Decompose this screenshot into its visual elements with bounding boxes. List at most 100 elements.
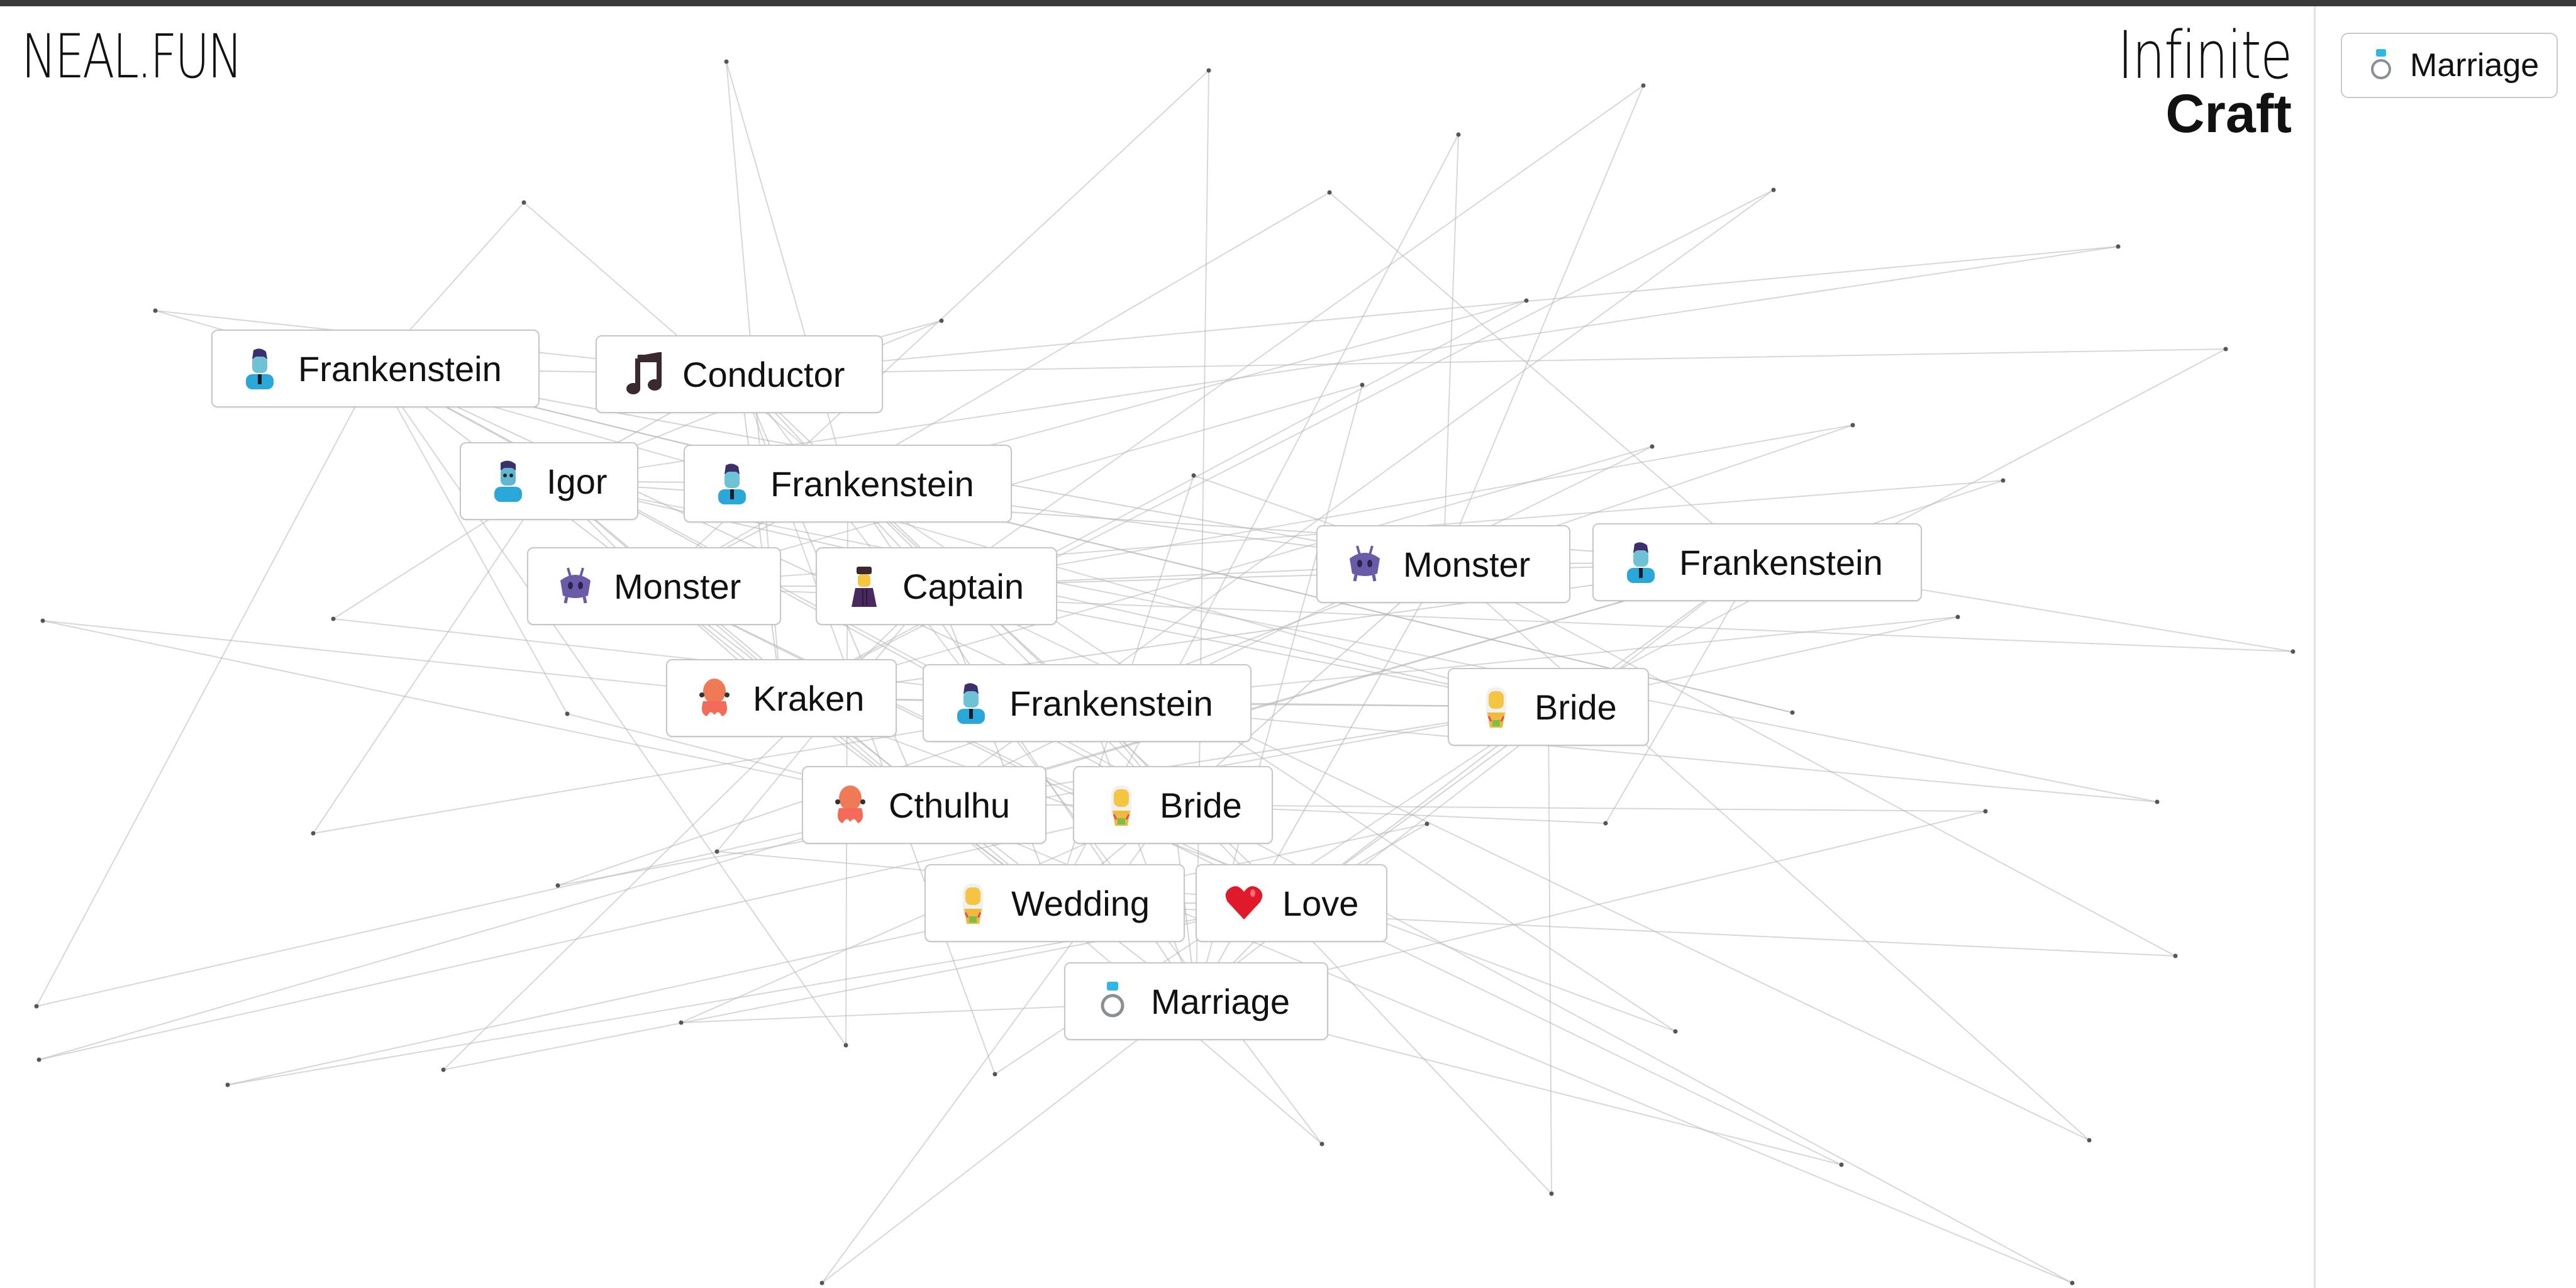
connection-line — [1548, 706, 1552, 1194]
captain-icon — [842, 564, 886, 608]
connection-line — [936, 586, 1055, 904]
element-label: Cthulhu — [889, 785, 1011, 825]
particle-dot — [1319, 1141, 1324, 1146]
element-card-cthulhu[interactable]: Cthulhu — [802, 766, 1046, 844]
particle-dot — [441, 1067, 446, 1072]
particle-dot — [1191, 473, 1196, 478]
frankenstein-icon — [1619, 540, 1663, 584]
particle-dot — [1673, 1029, 1678, 1034]
particle-dot — [1650, 444, 1655, 449]
particle-dot — [2173, 953, 2178, 958]
element-card-igor[interactable]: Igor — [460, 442, 638, 520]
neal-fun-logo[interactable]: NEAL.FUN — [21, 26, 243, 87]
particle-dot — [939, 318, 944, 323]
particle-dot — [1360, 382, 1365, 387]
element-card-love[interactable]: Love — [1196, 864, 1387, 942]
particle-dot — [2155, 799, 2160, 804]
particle-dot — [843, 1043, 848, 1048]
monster-icon — [553, 564, 597, 608]
music-note-icon — [622, 352, 666, 396]
particle-dot — [1206, 68, 1211, 73]
particle-dot — [1549, 1191, 1554, 1196]
element-card-monster[interactable]: Monster — [1316, 525, 1570, 603]
element-label: Marriage — [1151, 981, 1290, 1021]
connection-line — [1443, 564, 2090, 1141]
particle-dot — [679, 1020, 684, 1025]
connection-line — [36, 368, 376, 1007]
particle-dot — [1641, 83, 1646, 88]
particle-dot — [2087, 1138, 2092, 1143]
element-card-conductor[interactable]: Conductor — [596, 335, 883, 413]
particle-dot — [1839, 1162, 1844, 1167]
element-label: Monster — [614, 566, 741, 606]
frankenstein-icon — [238, 347, 282, 391]
particle-dot — [1983, 809, 1988, 814]
bride-icon — [1474, 685, 1518, 729]
connection-line — [375, 368, 1087, 704]
ring-icon — [2366, 48, 2396, 83]
particle-dot — [521, 200, 526, 205]
sidebar: Marriage — [2314, 6, 2576, 1288]
particle-dot — [2223, 347, 2228, 352]
element-card-frankenstein[interactable]: Frankenstein — [923, 664, 1252, 742]
element-card-wedding[interactable]: Wedding — [924, 864, 1185, 942]
particle-dot — [2001, 478, 2006, 483]
particle-dot — [1327, 190, 1332, 195]
particle-dot — [34, 1004, 39, 1009]
element-label: Frankenstein — [1009, 683, 1213, 723]
frankenstein-icon — [949, 681, 993, 725]
element-label: Love — [1282, 883, 1359, 923]
octopus-icon — [692, 676, 736, 720]
particle-dot — [311, 831, 316, 836]
infinite-craft-logo: Infinite Craft — [2074, 23, 2292, 141]
connection-line — [1443, 134, 1459, 565]
element-card-frankenstein[interactable]: Frankenstein — [1592, 523, 1922, 601]
element-card-marriage[interactable]: Marriage — [1064, 962, 1328, 1040]
monster-icon — [1343, 542, 1387, 586]
element-label: Kraken — [753, 678, 865, 718]
heart-icon — [1222, 881, 1266, 925]
element-card-kraken[interactable]: Kraken — [666, 659, 897, 737]
frankenstein-icon — [710, 462, 754, 506]
bride-icon — [951, 881, 995, 925]
element-card-frankenstein[interactable]: Frankenstein — [211, 330, 540, 408]
particle-dot — [565, 711, 570, 716]
connection-line — [847, 483, 1174, 806]
element-card-frankenstein[interactable]: Frankenstein — [684, 445, 1012, 523]
particle-dot — [2290, 649, 2296, 654]
element-card-bride[interactable]: Bride — [1448, 668, 1649, 746]
element-card-bride[interactable]: Bride — [1073, 766, 1273, 844]
particle-dot — [992, 1072, 997, 1077]
bride-icon — [1099, 783, 1143, 827]
particle-dot — [714, 849, 719, 854]
connection-line — [739, 348, 2226, 375]
logo-line-infinite: Infinite — [2118, 17, 2292, 94]
particle-dot — [724, 59, 729, 64]
particle-dot — [1955, 614, 1960, 619]
connection-line — [1443, 85, 1644, 565]
particle-dot — [1424, 821, 1430, 826]
particle-dot — [819, 1280, 824, 1285]
particle-dot — [555, 883, 560, 888]
element-card-monster[interactable]: Monster — [527, 547, 781, 625]
particle-dot — [331, 616, 336, 621]
logo-line-craft: Craft — [2165, 84, 2292, 144]
particle-dot — [1771, 187, 1776, 192]
particle-dot — [1790, 710, 1795, 715]
particle-dot — [36, 1057, 42, 1062]
connection-line — [739, 246, 2119, 375]
element-label: Conductor — [682, 354, 845, 394]
particle-dot — [1850, 423, 1855, 428]
element-label: Monster — [1403, 544, 1531, 584]
element-label: Bride — [1160, 785, 1242, 825]
element-label: Bride — [1535, 687, 1617, 727]
connection-line — [313, 480, 550, 834]
sidebar-item-marriage[interactable]: Marriage — [2341, 33, 2558, 98]
particle-dot — [40, 618, 45, 623]
igor-icon — [486, 459, 530, 503]
sidebar-item-label: Marriage — [2410, 47, 2540, 84]
connection-line — [936, 85, 1644, 587]
ring-icon — [1091, 979, 1135, 1023]
element-card-captain[interactable]: Captain — [816, 547, 1057, 625]
element-label: Frankenstein — [1679, 542, 1883, 582]
